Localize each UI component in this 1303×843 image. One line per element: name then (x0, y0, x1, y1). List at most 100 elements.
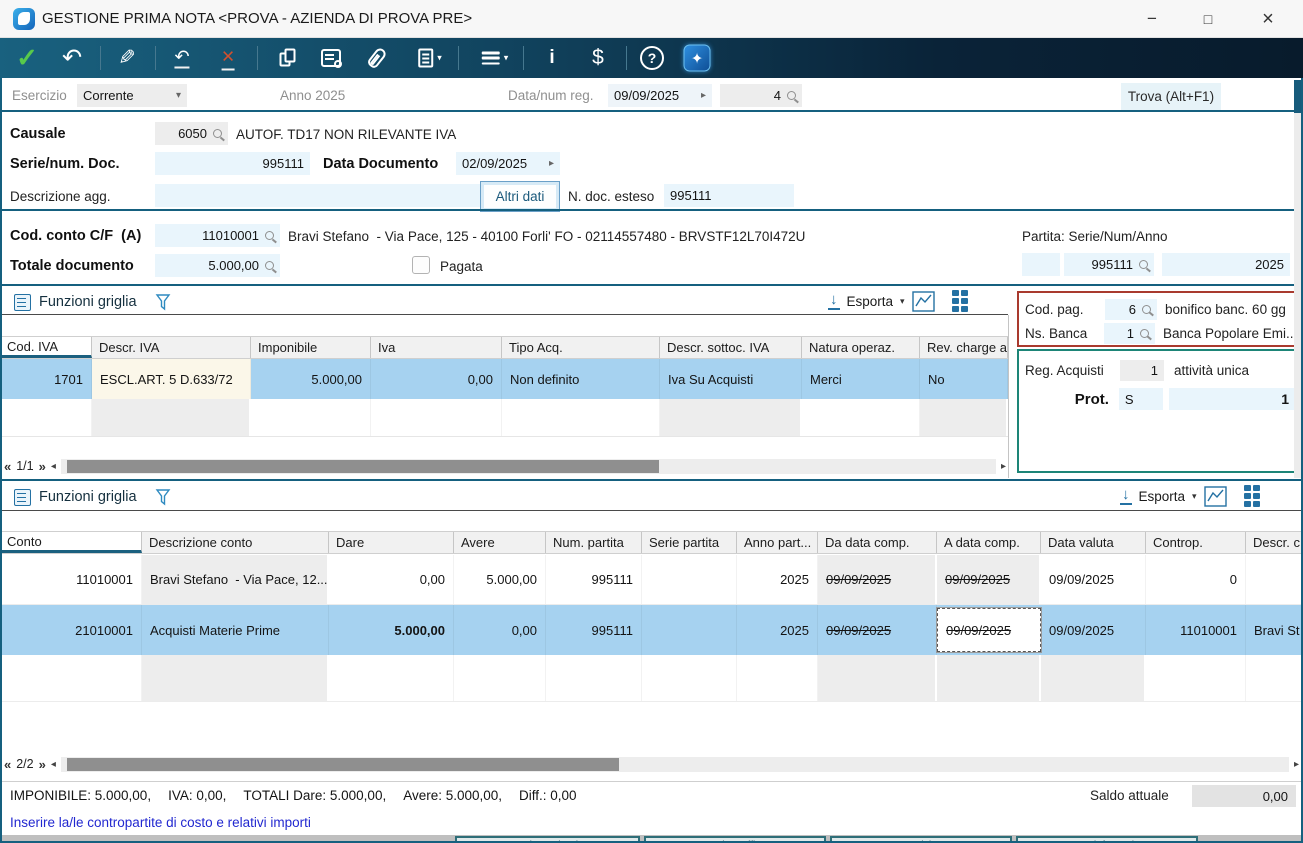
cell-rev-charge[interactable]: No (920, 359, 1008, 399)
cell-cod-iva[interactable]: 1701 (0, 359, 92, 399)
cell-data-valuta[interactable]: 09/09/2025 (1041, 555, 1146, 604)
cell-controp[interactable]: 0 (1146, 555, 1246, 604)
grid1-col-header[interactable]: Iva (371, 337, 502, 358)
cell-imponibile[interactable]: 5.000,00 (251, 359, 371, 399)
grid1-col-header[interactable]: Cod. IVA (0, 337, 92, 358)
confirm-check-icon[interactable]: ✓ (16, 43, 38, 74)
grid2-col-header[interactable]: Anno part... (737, 532, 818, 553)
grid2-row-selected[interactable]: 21010001 Acquisti Materie Prime 5.000,00… (0, 605, 1303, 655)
data-documento-field[interactable]: 02/09/2025▸ (456, 152, 560, 175)
num-reg-field[interactable]: 4 (720, 84, 802, 107)
grid2-col-header[interactable]: Descr. c (1246, 532, 1303, 553)
cell-anno-partita[interactable]: 2025 (737, 555, 818, 604)
cell-descr-iva[interactable]: ESCL.ART. 5 D.633/72 (92, 359, 251, 399)
cell-dare[interactable]: 0,00 (329, 555, 454, 604)
n-doc-esteso-field[interactable]: 995111 (664, 184, 794, 207)
partita-anno-field[interactable]: 2025 (1162, 253, 1290, 276)
pager-first-icon[interactable]: « (4, 459, 11, 474)
grid2-col-header[interactable]: Serie partita (642, 532, 737, 553)
list-menu-icon[interactable]: ▾ (482, 52, 509, 65)
grid1-col-header[interactable]: Descr. sottoc. IVA (660, 337, 802, 358)
revert-row-icon[interactable]: ↶ (174, 48, 189, 69)
grid2-col-header[interactable]: Num. partita (546, 532, 642, 553)
grid2-row[interactable]: 11010001 Bravi Stefano - Via Pace, 12...… (0, 555, 1303, 605)
vertical-scrollbar[interactable] (1294, 80, 1301, 478)
grid2-col-header[interactable]: Descrizione conto (142, 532, 329, 553)
cell-a-data-comp[interactable]: 09/09/2025 (937, 555, 1041, 604)
pager-last-icon[interactable]: » (39, 757, 46, 772)
esercizio-dropdown[interactable]: Corrente▾ (77, 84, 187, 107)
grid1-hscrollbar-thumb[interactable] (67, 460, 659, 473)
cell-data-valuta[interactable]: 09/09/2025 (1041, 605, 1146, 655)
grid2-col-header[interactable]: Dare (329, 532, 454, 553)
cod-conto-field[interactable]: 11010001 (155, 224, 280, 247)
scroll-right-icon[interactable]: ▸ (1294, 759, 1299, 770)
delete-row-icon[interactable]: × (222, 46, 235, 71)
grid2-hscrollbar[interactable] (61, 757, 1289, 772)
maximize-button[interactable]: □ (1186, 6, 1230, 32)
grid-view-icon[interactable] (952, 290, 968, 312)
ns-banca-field[interactable]: 1 (1104, 323, 1155, 344)
grid1-col-header[interactable]: Imponibile (251, 337, 371, 358)
data-reg-field[interactable]: 09/09/2025▸ (608, 84, 712, 107)
cell-descr-controp[interactable] (1246, 555, 1303, 604)
cell-descr-sottoc[interactable]: Iva Su Acquisti (660, 359, 802, 399)
cell-num-partita[interactable]: 995111 (546, 605, 642, 655)
cell-conto[interactable]: 21010001 (0, 605, 142, 655)
edit-pencil-icon[interactable]: ✎ (118, 46, 136, 71)
scroll-right-icon[interactable]: ▸ (1001, 461, 1006, 472)
esci-button[interactable]: Esci (1230, 82, 1284, 110)
grid2-col-header[interactable]: A data comp. (937, 532, 1041, 553)
grid2-funzioni-griglia-button[interactable]: Funzioni griglia (14, 484, 171, 510)
vertical-scrollbar-thumb[interactable] (1294, 80, 1301, 113)
descrizione-agg-field[interactable] (155, 184, 480, 207)
cell-da-data-comp[interactable]: 09/09/2025 (818, 555, 937, 604)
cell-avere[interactable]: 5.000,00 (454, 555, 546, 604)
scroll-left-icon[interactable]: ◂ (51, 461, 56, 472)
filter-funnel-icon[interactable] (155, 294, 171, 311)
cell-num-partita[interactable]: 995111 (546, 555, 642, 604)
document-menu-icon[interactable]: ▾ (418, 49, 442, 68)
serie-doc-field[interactable] (155, 152, 228, 175)
cell-descrizione-conto[interactable]: Bravi Stefano - Via Pace, 12... (142, 555, 329, 604)
grid1-col-header[interactable]: Tipo Acq. (502, 337, 660, 358)
grid2-col-header[interactable]: Data valuta (1041, 532, 1146, 553)
trova-shortcut-badge[interactable]: Trova (Alt+F1) (1121, 83, 1221, 110)
grid1-col-header[interactable]: Rev. charge a (920, 337, 1008, 358)
chart-icon[interactable] (912, 291, 935, 312)
cell-serie-partita[interactable] (642, 555, 737, 604)
close-button[interactable]: × (1246, 6, 1290, 32)
grid1-row-selected[interactable]: 1701 ESCL.ART. 5 D.633/72 5.000,00 0,00 … (0, 359, 1008, 399)
grid2-hscrollbar-thumb[interactable] (67, 758, 619, 771)
cell-avere[interactable]: 0,00 (454, 605, 546, 655)
grid1-esporta-button[interactable]: Esporta (847, 294, 894, 309)
chart-icon[interactable] (1204, 486, 1227, 507)
undo-icon[interactable]: ↶ (62, 44, 82, 73)
grid1-funzioni-griglia-button[interactable]: Funzioni griglia (14, 289, 171, 315)
scroll-left-icon[interactable]: ◂ (51, 759, 56, 770)
grid1-hscrollbar[interactable] (61, 459, 996, 474)
ai-sparkle-icon[interactable]: ✦ (684, 45, 711, 72)
totale-documento-field[interactable]: 5.000,00 (155, 254, 280, 277)
minimize-button[interactable]: − (1130, 6, 1174, 32)
cell-da-data-comp[interactable]: 09/09/2025 (818, 605, 937, 655)
pagata-checkbox[interactable] (412, 256, 430, 274)
grid2-col-header[interactable]: Avere (454, 532, 546, 553)
grid1-col-header[interactable]: Descr. IVA (92, 337, 251, 358)
grid2-col-header[interactable]: Da data comp. (818, 532, 937, 553)
cell-iva[interactable]: 0,00 (371, 359, 502, 399)
duplicate-icon[interactable] (280, 49, 297, 68)
prot-serie-field[interactable]: S (1119, 388, 1163, 410)
pager-first-icon[interactable]: « (4, 757, 11, 772)
grid2-col-header[interactable]: Controp. (1146, 532, 1246, 553)
filter-funnel-icon[interactable] (155, 489, 171, 506)
cod-pag-field[interactable]: 6 (1105, 299, 1157, 320)
reg-acquisti-field[interactable]: 1 (1120, 360, 1164, 381)
cell-controp[interactable]: 11010001 (1146, 605, 1246, 655)
grid-view-icon[interactable] (1244, 485, 1260, 507)
prot-num-field[interactable]: 1 (1169, 388, 1296, 410)
cell-a-data-comp-editing[interactable]: 09/09/2025 (937, 608, 1041, 652)
cell-descrizione-conto[interactable]: Acquisti Materie Prime (142, 605, 329, 655)
cell-anno-partita[interactable]: 2025 (737, 605, 818, 655)
num-doc-field[interactable]: 995111 (228, 152, 310, 175)
